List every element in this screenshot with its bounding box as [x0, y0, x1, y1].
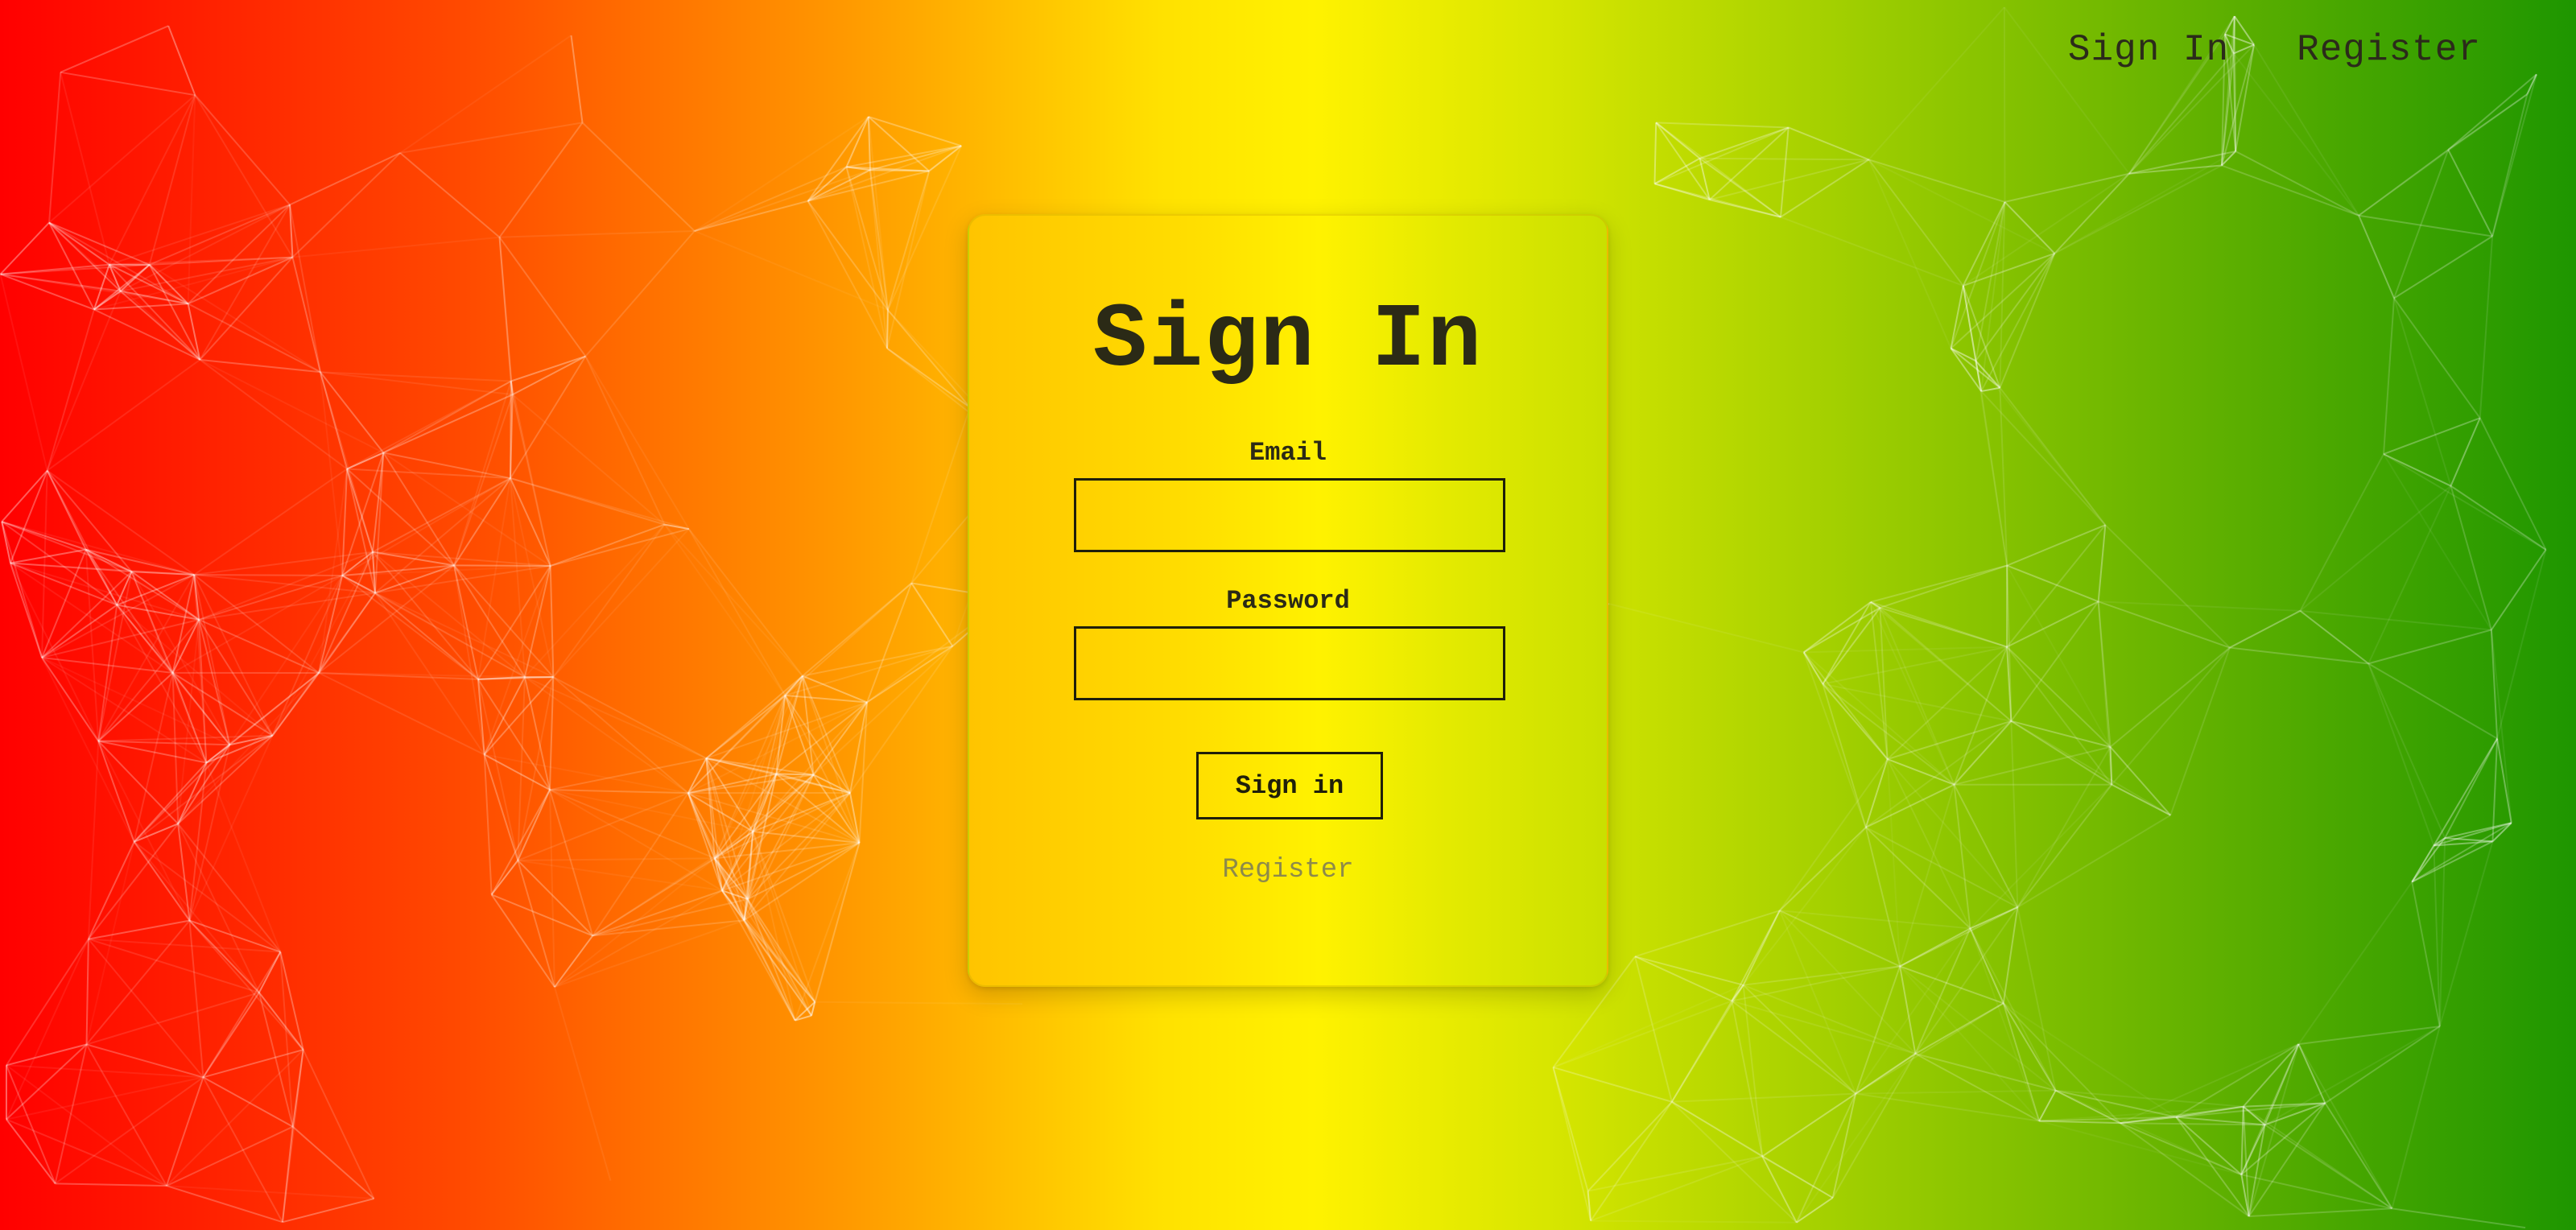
nav-register-link[interactable]: Register	[2297, 29, 2481, 71]
nav-sign-in-link[interactable]: Sign In	[2068, 29, 2229, 71]
top-navigation: Sign In Register	[2068, 29, 2481, 71]
email-label: Email	[1249, 438, 1327, 468]
sign-in-card: Sign In Email Password Sign in Register	[968, 214, 1608, 987]
email-input[interactable]	[1074, 478, 1505, 552]
register-link[interactable]: Register	[969, 855, 1607, 885]
sign-in-button[interactable]: Sign in	[1196, 752, 1383, 819]
password-label: Password	[1226, 586, 1350, 616]
password-input[interactable]	[1074, 626, 1505, 700]
page-title: Sign In	[1092, 290, 1484, 392]
